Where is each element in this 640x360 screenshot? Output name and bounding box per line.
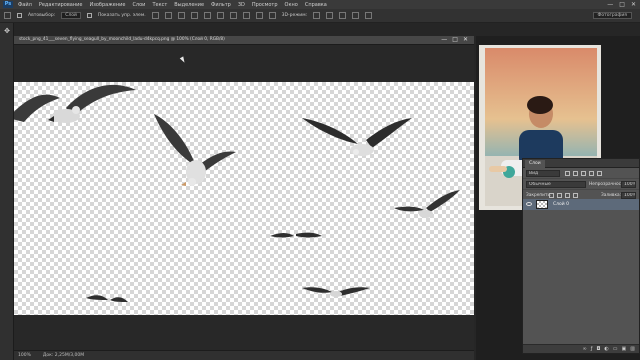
- filter-smart-icon[interactable]: [597, 171, 602, 176]
- autoselect-label: Автовыбор:: [28, 13, 56, 18]
- show-controls-checkbox[interactable]: [86, 13, 92, 18]
- fill-label: Заливка:: [601, 193, 622, 198]
- status-bar: 100% Док: 2,25M/3,00M: [14, 350, 474, 360]
- filter-pixel-icon[interactable]: [565, 171, 570, 176]
- filter-adjust-icon[interactable]: [573, 171, 578, 176]
- app-logo[interactable]: Ps: [3, 1, 13, 8]
- lock-position-icon[interactable]: [565, 193, 570, 198]
- blend-opacity-row: Обычные Непрозрачность: 100%: [523, 179, 639, 190]
- align-middle-icon[interactable]: [164, 12, 172, 19]
- fill-input[interactable]: 100%: [621, 192, 636, 199]
- mode-3d-label: 3D-режим:: [281, 13, 308, 18]
- mask-icon[interactable]: ◘: [596, 346, 600, 352]
- autoselect-dropdown[interactable]: Слой: [61, 12, 81, 19]
- layers-panel-header: Слои: [523, 159, 639, 168]
- doc-maximize-button[interactable]: □: [452, 36, 458, 43]
- menu-image[interactable]: Изображение: [89, 2, 125, 8]
- kind-filter-dropdown[interactable]: Вид: [526, 170, 560, 177]
- rotate-3d-icon[interactable]: [313, 12, 321, 19]
- autoselect-checkbox[interactable]: [17, 13, 22, 18]
- auto-align-icon[interactable]: [268, 12, 276, 19]
- lock-all-icon[interactable]: [573, 193, 578, 198]
- align-left-icon[interactable]: [190, 12, 198, 19]
- folder-icon[interactable]: ▭: [613, 346, 618, 352]
- document-info[interactable]: Док: 2,25M/3,00M: [43, 353, 84, 358]
- document-title: stock_png_41___seven_flying_seagull_by_m…: [19, 37, 225, 42]
- menu-bar: Ps Файл Редактирование Изображение Слои …: [0, 0, 640, 9]
- align-center-icon[interactable]: [203, 12, 211, 19]
- pasteboard[interactable]: [14, 45, 474, 350]
- filter-shape-icon[interactable]: [589, 171, 594, 176]
- menu-select[interactable]: Выделение: [174, 2, 204, 8]
- adjust-icon[interactable]: ◐: [604, 346, 608, 352]
- tools-panel: ✥: [0, 23, 14, 360]
- layer-name[interactable]: Слой 0: [553, 202, 569, 207]
- distribute-3-icon[interactable]: [255, 12, 263, 19]
- seagull-3: [302, 118, 412, 156]
- layer-thumbnail: [536, 200, 548, 209]
- visibility-eye-icon[interactable]: [526, 202, 532, 206]
- align-bottom-icon[interactable]: [177, 12, 185, 19]
- scale-3d-icon[interactable]: [365, 12, 373, 19]
- menu-window[interactable]: Окно: [285, 2, 298, 8]
- trash-icon[interactable]: ▥: [630, 346, 635, 352]
- lock-transparency-icon[interactable]: [549, 193, 554, 198]
- image-canvas[interactable]: [14, 82, 474, 315]
- fx-icon[interactable]: ƒ: [591, 346, 593, 352]
- drag-3d-icon[interactable]: [339, 12, 347, 19]
- blend-mode-dropdown[interactable]: Обычные: [526, 181, 586, 188]
- maximize-button[interactable]: □: [619, 1, 625, 8]
- seagulls-artwork: [14, 84, 460, 302]
- options-bar: Автовыбор: Слой Показать упр. элем. 3D-р…: [0, 9, 640, 23]
- opacity-input[interactable]: 100%: [621, 181, 636, 188]
- seagull-7: [86, 295, 128, 302]
- menu-layers[interactable]: Слои: [132, 2, 145, 8]
- doc-close-button[interactable]: ✕: [463, 36, 468, 43]
- roll-3d-icon[interactable]: [326, 12, 334, 19]
- filter-type-icon[interactable]: [581, 171, 586, 176]
- show-controls-label: Показать упр. элем.: [97, 13, 146, 18]
- lock-label: Закрепить:: [526, 193, 552, 198]
- close-button[interactable]: ✕: [631, 1, 636, 8]
- menu-3d[interactable]: 3D: [238, 2, 245, 8]
- distribute-icon[interactable]: [229, 12, 237, 19]
- menu-view[interactable]: Просмотр: [252, 2, 278, 8]
- layer-item-layer-0[interactable]: Слой 0: [523, 199, 639, 210]
- link-icon[interactable]: ∞: [583, 346, 587, 352]
- tab-layers[interactable]: Слои: [525, 160, 545, 168]
- document-window-controls: — □ ✕: [441, 36, 468, 43]
- lock-pixels-icon[interactable]: [557, 193, 562, 198]
- minimize-button[interactable]: —: [607, 1, 613, 8]
- layers-panel-footer: ∞ ƒ ◘ ◐ ▭ ▣ ▥: [523, 344, 639, 353]
- menu-file[interactable]: Файл: [18, 2, 32, 8]
- seagull-2: [154, 114, 236, 186]
- distribute-2-icon[interactable]: [242, 12, 250, 19]
- seagull-5: [270, 232, 322, 238]
- layers-panel: Слои Вид Обычные Непрозрачность: 100% За…: [522, 158, 640, 354]
- menu-filter[interactable]: Фильтр: [211, 2, 231, 8]
- menu-edit[interactable]: Редактирование: [39, 2, 83, 8]
- doc-minimize-button[interactable]: —: [441, 36, 447, 43]
- move-tool-preset-icon[interactable]: [4, 12, 11, 19]
- move-tool-icon[interactable]: ✥: [2, 26, 12, 36]
- document-tab[interactable]: stock_png_41___seven_flying_seagull_by_m…: [14, 36, 474, 45]
- menu-help[interactable]: Справка: [305, 2, 327, 8]
- seagull-4: [394, 190, 460, 218]
- align-right-icon[interactable]: [216, 12, 224, 19]
- zoom-level[interactable]: 100%: [18, 353, 31, 358]
- seagull-1: [14, 84, 136, 123]
- new-layer-icon[interactable]: ▣: [622, 346, 627, 352]
- menu-type[interactable]: Текст: [152, 2, 167, 8]
- seagull-6: [302, 287, 370, 297]
- workspace-dropdown[interactable]: Фотография: [592, 12, 632, 19]
- layer-filter-row: Вид: [523, 168, 639, 179]
- window-controls: — □ ✕: [607, 1, 636, 8]
- align-top-icon[interactable]: [151, 12, 159, 19]
- slide-3d-icon[interactable]: [352, 12, 360, 19]
